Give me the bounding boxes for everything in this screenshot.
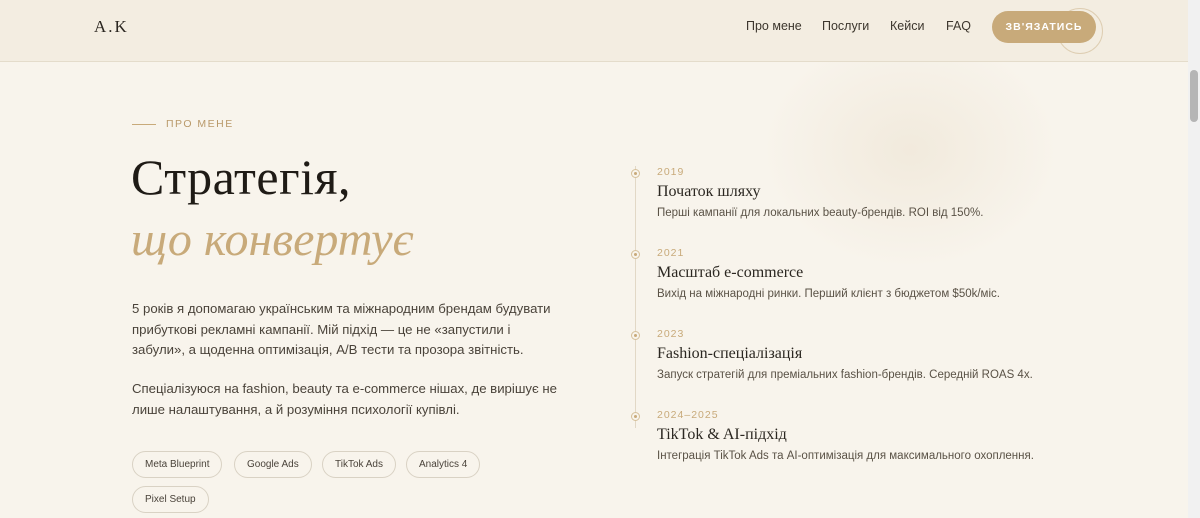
timeline-title: Масштаб e-commerce	[657, 264, 804, 281]
tag-google-ads: Google Ads	[234, 451, 312, 478]
timeline-title: TikTok & AI-підхід	[657, 426, 787, 443]
eyebrow-label: ПРО МЕНЕ	[166, 118, 234, 130]
timeline-desc: Інтеграція TikTok Ads та AI-оптимізація …	[657, 450, 1034, 462]
timeline-year: 2019	[657, 166, 685, 178]
about-paragraph-1: 5 років я допомагаю українським та міжна…	[132, 301, 551, 357]
tag-meta-blueprint: Meta Blueprint	[132, 451, 223, 478]
timeline-year: 2023	[657, 328, 685, 340]
tag-pixel-setup: Pixel Setup	[132, 486, 209, 513]
timeline-dot-icon	[631, 250, 640, 259]
nav-link-about[interactable]: Про мене	[746, 19, 802, 33]
site-header: A.K Про мене Послуги Кейси FAQ ЗВ'ЯЗАТИС…	[0, 0, 1188, 62]
section-title: Стратегія,	[131, 149, 351, 205]
timeline-dot-icon	[631, 169, 640, 178]
background-glow	[760, 30, 1060, 270]
nav-link-services[interactable]: Послуги	[822, 19, 869, 33]
timeline-title: Початок шляху	[657, 183, 761, 200]
timeline-dot-icon	[631, 331, 640, 340]
about-paragraph-2: Спеціалізуюся на fashion, beauty та e-co…	[132, 381, 558, 417]
scrollbar-thumb[interactable]	[1190, 70, 1198, 122]
tag-analytics-4: Analytics 4	[406, 451, 481, 478]
timeline-title: Fashion-спеціалізація	[657, 345, 803, 362]
nav-link-faq[interactable]: FAQ	[946, 19, 971, 33]
timeline-dot-icon	[631, 412, 640, 421]
timeline-desc: Запуск стратегій для преміальних fashion…	[657, 369, 1033, 381]
tag-tiktok-ads: TikTok Ads	[322, 451, 396, 478]
timeline-line	[635, 166, 636, 428]
timeline-year: 2021	[657, 247, 685, 259]
nav-link-cases[interactable]: Кейси	[890, 19, 924, 33]
section-eyebrow: ПРО МЕНЕ	[132, 118, 234, 130]
timeline-desc: Перші кампанії для локальних beauty-брен…	[657, 207, 984, 219]
timeline-desc: Вихід на міжнародні ринки. Перший клієнт…	[657, 288, 1000, 300]
eyebrow-line	[132, 123, 156, 125]
logo[interactable]: A.K	[94, 17, 129, 37]
contact-button[interactable]: ЗВ'ЯЗАТИСЬ	[992, 11, 1096, 43]
section-subtitle: що конвертує	[131, 213, 414, 266]
page-scrollbar[interactable]	[1188, 0, 1200, 518]
timeline-year: 2024–2025	[657, 409, 719, 421]
